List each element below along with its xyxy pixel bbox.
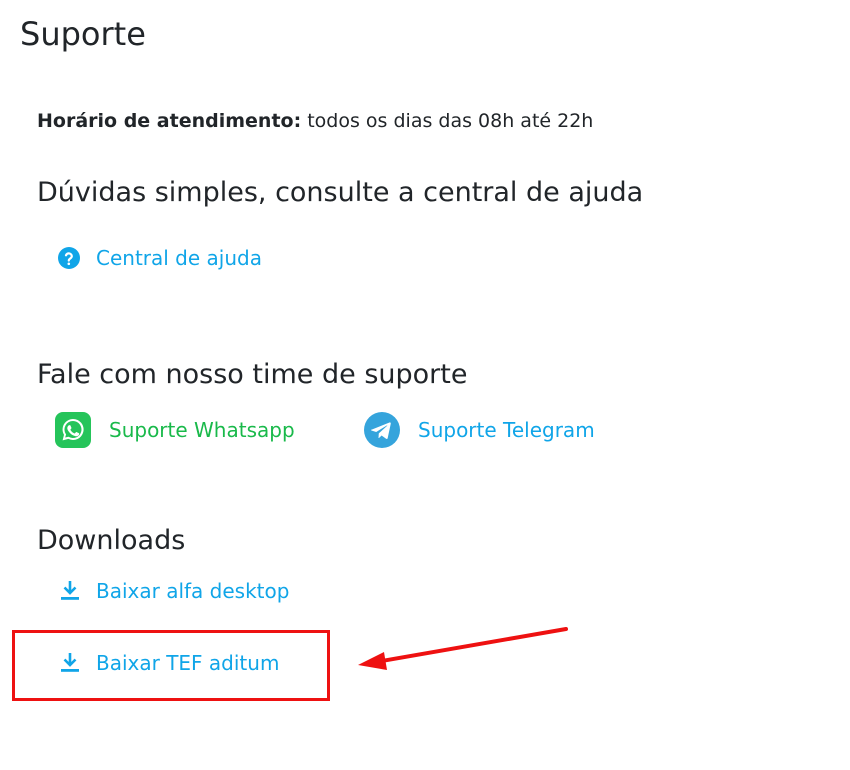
download-icon	[60, 580, 80, 602]
telegram-icon	[364, 412, 400, 448]
telegram-support-label: Suporte Telegram	[418, 418, 595, 442]
support-hours-value: todos os dias das 08h até 22h	[301, 110, 594, 132]
support-hours-label: Horário de atendimento:	[37, 110, 302, 132]
downloads-section-heading: Downloads	[37, 525, 186, 556]
download-alfa-desktop-label: Baixar alfa desktop	[96, 579, 290, 603]
page-title: Suporte	[20, 15, 146, 53]
whatsapp-support-label: Suporte Whatsapp	[109, 418, 295, 442]
support-page: Suporte Horário de atendimento: todos os…	[0, 0, 850, 770]
support-hours: Horário de atendimento: todos os dias da…	[37, 108, 593, 134]
whatsapp-icon	[55, 412, 91, 448]
help-section-heading: Dúvidas simples, consulte a central de a…	[37, 177, 644, 208]
highlight-box	[12, 630, 330, 701]
annotation-arrow-icon	[358, 627, 568, 670]
contact-section-heading: Fale com nosso time de suporte	[37, 359, 468, 390]
download-alfa-desktop-link[interactable]: Baixar alfa desktop	[60, 578, 289, 604]
telegram-support-link[interactable]: Suporte Telegram	[364, 412, 595, 448]
whatsapp-support-link[interactable]: Suporte Whatsapp	[55, 412, 295, 448]
question-circle-icon	[57, 246, 81, 270]
help-center-link[interactable]: Central de ajuda	[57, 245, 262, 271]
help-center-label: Central de ajuda	[96, 246, 262, 270]
